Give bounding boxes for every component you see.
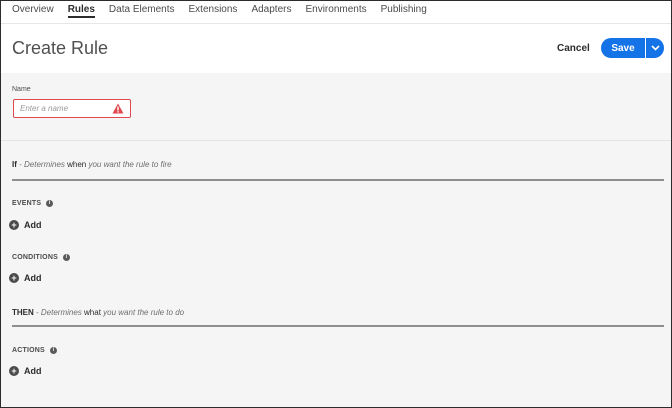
conditions-label: CONDITIONS xyxy=(12,254,58,261)
tab-rules[interactable]: Rules xyxy=(67,1,95,18)
tab-environments[interactable]: Environments xyxy=(305,1,366,18)
then-text-pre: - Determines xyxy=(33,308,85,317)
add-circle-icon: + xyxy=(9,273,19,283)
actions-group: ACTIONS i xyxy=(12,347,57,354)
add-action-label: Add xyxy=(24,366,42,376)
chevron-down-icon xyxy=(650,45,660,51)
if-text-emphasis: when xyxy=(67,160,87,169)
events-group: EVENTS i xyxy=(12,200,54,207)
add-action-button[interactable]: + Add xyxy=(9,366,42,376)
save-button-group: Save xyxy=(601,38,664,58)
add-condition-label: Add xyxy=(24,273,42,283)
if-text-pre: - Determines xyxy=(16,160,68,169)
tab-overview[interactable]: Overview xyxy=(12,1,54,18)
add-event-button[interactable]: + Add xyxy=(9,220,42,230)
conditions-group: CONDITIONS i xyxy=(12,254,70,261)
then-text-emphasis: what xyxy=(84,308,101,317)
app-frame: Overview Rules Data Elements Extensions … xyxy=(0,0,672,408)
save-button[interactable]: Save xyxy=(601,38,645,58)
tab-data-elements[interactable]: Data Elements xyxy=(109,1,175,18)
add-circle-icon: + xyxy=(9,220,19,230)
events-label: EVENTS xyxy=(12,200,42,207)
tab-publishing[interactable]: Publishing xyxy=(381,1,427,18)
info-icon[interactable]: i xyxy=(46,200,54,207)
page-header: Create Rule Cancel Save xyxy=(1,24,671,73)
form-divider xyxy=(1,140,671,141)
page-title: Create Rule xyxy=(12,38,109,58)
save-options-dropdown[interactable] xyxy=(646,38,664,58)
alert-triangle-icon xyxy=(112,103,124,114)
if-text-post: you want the rule to fire xyxy=(86,160,172,169)
add-event-label: Add xyxy=(24,220,42,230)
info-icon[interactable]: i xyxy=(62,254,70,261)
then-keyword: THEN xyxy=(12,308,34,317)
cancel-button[interactable]: Cancel xyxy=(557,43,590,54)
then-text-post: you want the rule to do xyxy=(100,308,185,317)
info-icon[interactable]: i xyxy=(49,347,57,354)
top-nav: Overview Rules Data Elements Extensions … xyxy=(1,1,671,24)
tab-adapters[interactable]: Adapters xyxy=(251,1,291,18)
add-circle-icon: + xyxy=(9,366,19,376)
then-section-header: THEN - Determines what you want the rule… xyxy=(12,308,184,317)
if-section-header: If - Determines when you want the rule t… xyxy=(12,160,172,169)
name-label: Name xyxy=(12,86,31,93)
if-divider xyxy=(12,179,664,181)
actions-label: ACTIONS xyxy=(12,347,45,354)
then-divider xyxy=(12,325,664,327)
tab-extensions[interactable]: Extensions xyxy=(189,1,238,18)
add-condition-button[interactable]: + Add xyxy=(9,273,42,283)
